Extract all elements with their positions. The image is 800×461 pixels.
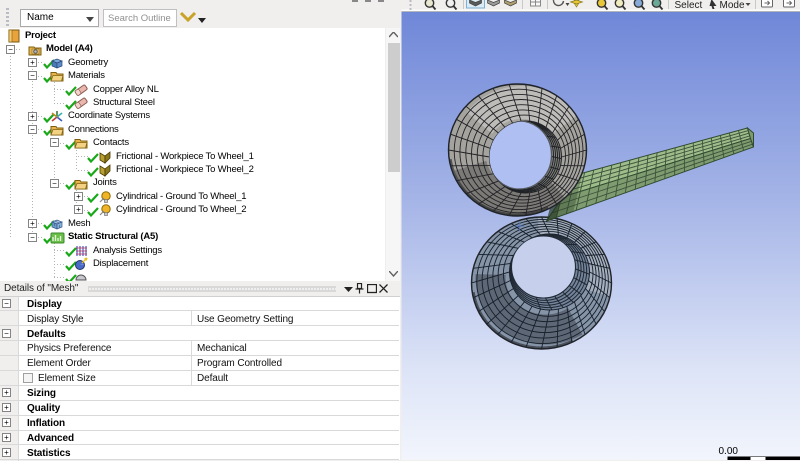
svg-text:Select: Select (675, 0, 703, 11)
svg-text:0.00: 0.00 (719, 446, 739, 457)
svg-text:Mode: Mode (720, 0, 745, 11)
